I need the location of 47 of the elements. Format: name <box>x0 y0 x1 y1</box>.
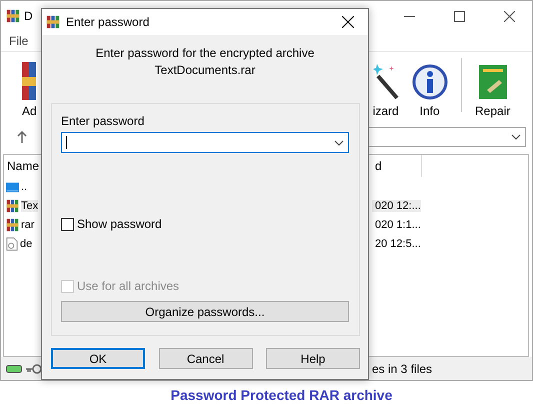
toolbar-button-label[interactable]: Info <box>420 104 440 118</box>
address-field[interactable] <box>367 127 526 147</box>
field-label: Enter password <box>61 114 144 130</box>
wand-icon <box>372 64 399 100</box>
app-icon <box>46 15 60 29</box>
window-title: D <box>24 9 33 23</box>
dialog-title: Enter password <box>66 15 150 29</box>
status-text: es in 3 files <box>372 362 432 376</box>
archive-icon <box>6 218 19 232</box>
maximize-icon[interactable] <box>454 10 464 22</box>
toolbar-button-label[interactable]: Ad <box>22 104 37 118</box>
close-icon[interactable] <box>504 10 514 22</box>
dialog-button[interactable]: Help <box>266 348 360 369</box>
modified-date: 20 12:5... <box>374 238 421 250</box>
chevron-down-icon[interactable] <box>334 140 344 146</box>
file-name[interactable]: Tex <box>21 200 38 212</box>
toolbar-button-label[interactable]: Repair <box>475 104 510 118</box>
up-arrow-icon[interactable] <box>17 131 27 143</box>
column-header[interactable]: d <box>372 155 422 177</box>
checkbox-label[interactable]: Show password <box>77 217 162 231</box>
file-name[interactable]: rar <box>21 218 34 230</box>
modified-date: 020 12:... <box>372 200 421 212</box>
dialog-message: Enter password for the encrypted archive <box>96 45 314 62</box>
dialog-message: TextDocuments.rar <box>154 62 256 79</box>
modified-date: 020 1:1... <box>374 218 421 230</box>
menu-item[interactable]: File <box>9 34 28 48</box>
file-name[interactable]: de <box>20 238 32 250</box>
repair-book-icon <box>476 64 509 100</box>
info-icon <box>412 64 448 100</box>
toolbar-button-label[interactable]: izard <box>372 104 399 118</box>
chevron-down-icon[interactable] <box>511 134 521 140</box>
password-field[interactable] <box>61 132 349 153</box>
dialog-button[interactable]: OK <box>51 348 145 369</box>
column-header[interactable]: Name <box>7 159 40 173</box>
checkbox[interactable] <box>61 218 74 230</box>
app-icon <box>6 9 20 23</box>
key-icon <box>26 364 42 374</box>
close-icon[interactable] <box>342 16 354 28</box>
dialog-button[interactable]: Cancel <box>158 348 252 369</box>
folder-up-icon <box>6 180 19 192</box>
organize-passwords-button[interactable]: Organize passwords... <box>61 301 349 322</box>
file-name[interactable]: .. <box>21 180 28 192</box>
books-icon <box>22 62 36 100</box>
caption: Password Protected RAR archive <box>170 387 392 403</box>
file-icon <box>6 236 18 250</box>
archive-icon <box>6 198 19 212</box>
drive-icon <box>6 364 22 372</box>
